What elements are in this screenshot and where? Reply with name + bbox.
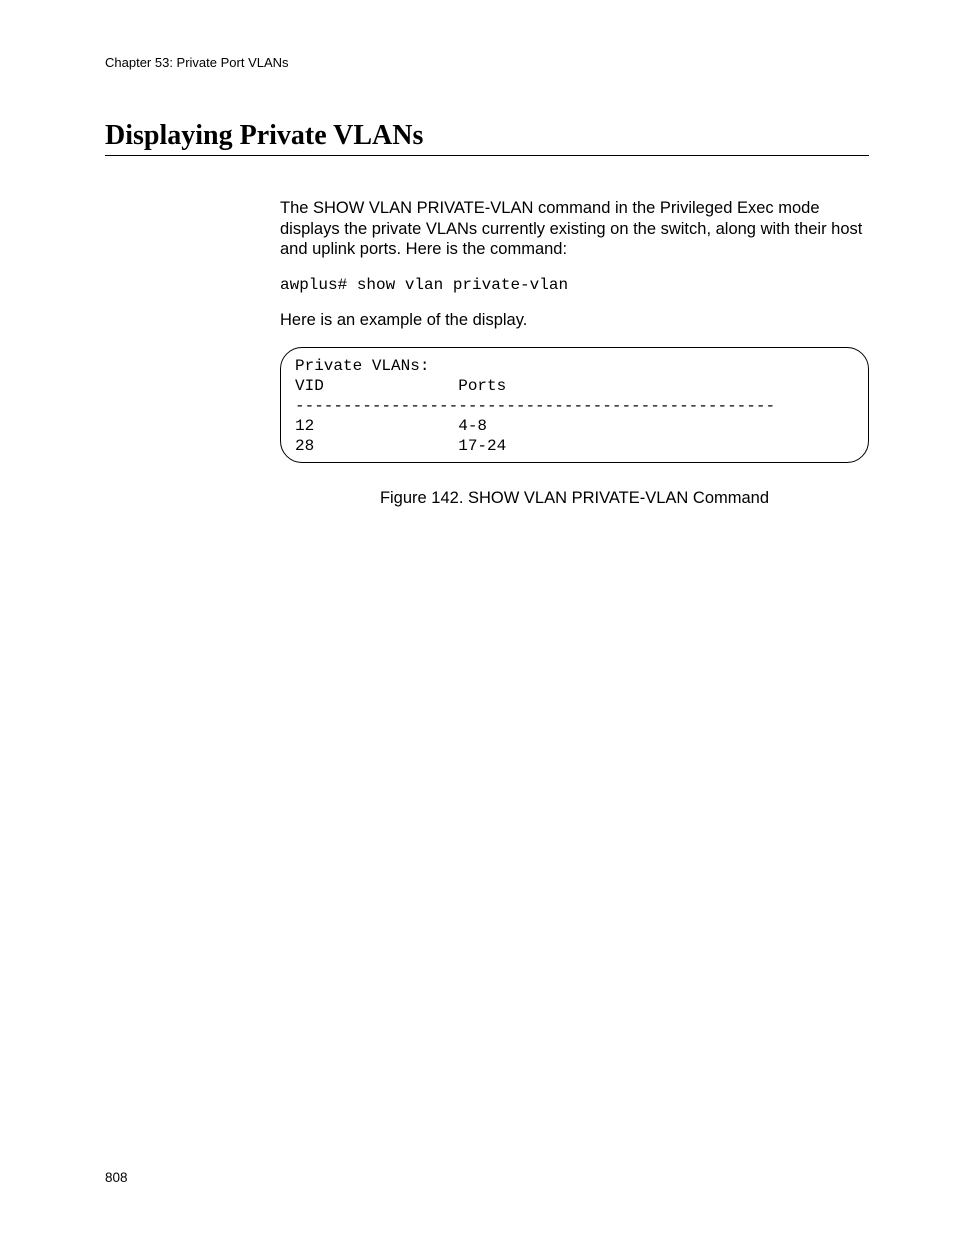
page-number: 808 (105, 1170, 128, 1185)
command-output-box: Private VLANs: VID Ports ---------------… (280, 347, 869, 463)
section-title: Displaying Private VLANs (105, 120, 869, 156)
command-line: awplus# show vlan private-vlan (280, 276, 869, 294)
intro-paragraph: The SHOW VLAN PRIVATE-VLAN command in th… (280, 198, 869, 260)
chapter-header: Chapter 53: Private Port VLANs (105, 55, 869, 70)
figure-caption: Figure 142. SHOW VLAN PRIVATE-VLAN Comma… (280, 489, 869, 508)
body-content: The SHOW VLAN PRIVATE-VLAN command in th… (280, 198, 869, 508)
example-intro: Here is an example of the display. (280, 310, 869, 331)
